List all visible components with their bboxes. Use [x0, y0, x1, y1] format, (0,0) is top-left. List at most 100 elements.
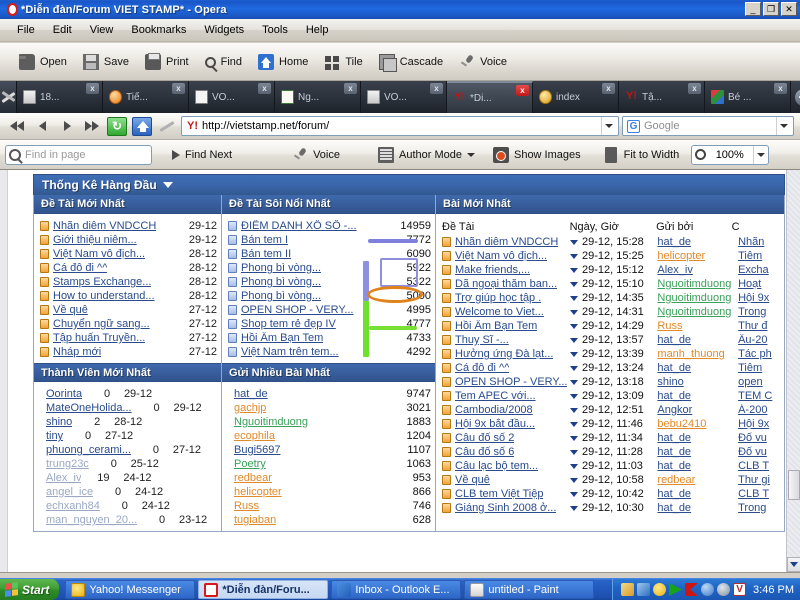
post-author-link[interactable]: helicopter: [657, 250, 705, 262]
table-row[interactable]: Hội 9x bắt đầu... 29-12, 11:46 bebu2410 Hội…: [440, 417, 782, 431]
tab-6[interactable]: index x: [533, 81, 619, 113]
back-button[interactable]: [31, 116, 53, 137]
member-link[interactable]: MateOneHolida...: [46, 402, 132, 414]
taskbar-item-yahoo-messenger[interactable]: Yahoo! Messenger: [65, 580, 196, 599]
topic-link[interactable]: Shop tem rẻ đẹp IV: [241, 318, 336, 330]
post-title-link[interactable]: OPEN SHOP - VERY...: [455, 376, 567, 388]
post-forum-link[interactable]: Tác ph: [738, 348, 772, 360]
table-row[interactable]: Câu lạc bộ tem... 29-12, 11:03 hat_de CLB T: [440, 459, 782, 473]
post-title-link[interactable]: Dã ngoại thăm ban...: [455, 278, 557, 290]
window-title-bar[interactable]: *Diễn đàn/Forum VIET STAMP* - Opera _ ❐ …: [0, 0, 800, 19]
list-item[interactable]: Tập huấn Truyền... 27-12: [40, 331, 217, 345]
post-forum-link[interactable]: Hội 9x: [738, 292, 769, 304]
post-author-link[interactable]: Nguoitimduong: [657, 306, 731, 318]
member-link[interactable]: Russ: [234, 500, 259, 512]
author-mode-button[interactable]: Author Mode: [370, 144, 483, 166]
tab-1-close-icon[interactable]: x: [172, 83, 185, 94]
list-item[interactable]: Hồi Âm Bạn Tem 4733: [228, 331, 431, 345]
post-title-link[interactable]: Thuỵ Sĩ -...: [455, 334, 509, 346]
member-link[interactable]: shino: [46, 416, 72, 428]
topic-link[interactable]: Bán tem II: [241, 248, 291, 260]
tab-1[interactable]: Tiế... x: [103, 81, 189, 113]
list-item[interactable]: Nhãn diêm VNDCCH 29-12: [40, 219, 217, 233]
taskbar-item-outlook[interactable]: Inbox - Outlook E...: [331, 580, 462, 599]
tab-8[interactable]: Bé ... x: [705, 81, 791, 113]
member-link[interactable]: echxanh84: [46, 500, 100, 512]
member-link[interactable]: tiny: [46, 430, 63, 442]
member-link[interactable]: man_nguyen_20...: [46, 514, 137, 526]
jump-to-post-icon[interactable]: [569, 463, 578, 469]
post-author-link[interactable]: manh_thuong: [657, 348, 724, 360]
topic-link[interactable]: Nhãn diêm VNDCCH: [53, 220, 156, 232]
jump-to-post-icon[interactable]: [569, 477, 578, 483]
list-item[interactable]: Bugi5697 1107: [234, 443, 431, 457]
list-item[interactable]: Stamps Exchange... 28-12: [40, 275, 217, 289]
search-input[interactable]: G Google: [622, 116, 794, 136]
table-row[interactable]: Cambodia/2008 29-12, 12:51 Angkor Á-200: [440, 403, 782, 417]
post-author-link[interactable]: hat_de: [657, 362, 691, 374]
tab-0-close-icon[interactable]: x: [86, 83, 99, 94]
table-row[interactable]: Make friends,... 29-12, 15:12 Alex_iv Excha: [440, 263, 782, 277]
list-item[interactable]: man_nguyen_20... 0 23-12: [46, 513, 217, 527]
list-item[interactable]: tiny 0 27-12: [46, 429, 217, 443]
post-title-link[interactable]: Hồi Âm Bạn Tem: [455, 320, 537, 332]
post-author-link[interactable]: Nguoitimduong: [657, 278, 731, 290]
list-item[interactable]: Cá đô đi ^^ 28-12: [40, 261, 217, 275]
topic-link[interactable]: ĐIỂM DANH XỔ SỐ -...: [241, 220, 357, 232]
topic-link[interactable]: Nháp mới: [53, 346, 101, 358]
post-title-link[interactable]: CLB tem Việt Tiệp: [455, 488, 543, 500]
v-icon[interactable]: V: [733, 583, 747, 596]
topic-link[interactable]: Việt Nam trên tem...: [241, 346, 339, 358]
home-button[interactable]: Home: [251, 51, 315, 73]
topic-link[interactable]: Việt Nam vô địch...: [53, 248, 145, 260]
url-input[interactable]: Y! http://vietstamp.net/forum/: [181, 116, 619, 136]
save-button[interactable]: Save: [76, 51, 136, 73]
post-title-link[interactable]: Việt Nam vô địch...: [455, 250, 547, 262]
table-row[interactable]: Hồi Âm Bạn Tem 29-12, 14:29 Russ Thư đ: [440, 319, 782, 333]
post-title-link[interactable]: Câu lạc bộ tem...: [455, 460, 538, 472]
topic-link[interactable]: Phong bì vòng...: [241, 290, 321, 302]
list-item[interactable]: gachjp 3021: [234, 401, 431, 415]
cascade-button[interactable]: Cascade: [372, 51, 450, 73]
post-author-link[interactable]: hat_de: [657, 502, 691, 514]
member-link[interactable]: Alex_iv: [46, 472, 81, 484]
jump-to-post-icon[interactable]: [569, 407, 578, 413]
forward-button[interactable]: [56, 116, 78, 137]
globe-icon[interactable]: [701, 583, 715, 596]
member-link[interactable]: Oorinta: [46, 388, 82, 400]
list-item[interactable]: MateOneHolida... 0 29-12: [46, 401, 217, 415]
menu-widgets[interactable]: Widgets: [195, 22, 253, 38]
post-forum-link[interactable]: Thư đ: [738, 320, 767, 332]
post-forum-link[interactable]: Hội 9x: [738, 418, 769, 430]
table-row[interactable]: Câu đố số 2 29-12, 11:34 hat_de Đố vu: [440, 431, 782, 445]
fit-to-width-button[interactable]: Fit to Width: [595, 144, 688, 166]
maximize-button[interactable]: ❐: [763, 2, 779, 16]
network-icon[interactable]: [637, 583, 651, 596]
edit-page-button[interactable]: [156, 116, 178, 137]
minimize-button[interactable]: _: [745, 2, 761, 16]
post-forum-link[interactable]: Âu-20: [738, 334, 767, 346]
list-item[interactable]: Alex_iv 19 24-12: [46, 471, 217, 485]
list-item[interactable]: OPEN SHOP - VERY... 4995: [228, 303, 431, 317]
post-forum-link[interactable]: open: [738, 376, 762, 388]
post-forum-link[interactable]: Trong: [738, 306, 766, 318]
post-title-link[interactable]: Make friends,...: [455, 264, 530, 276]
jump-to-post-icon[interactable]: [569, 435, 578, 441]
jump-to-post-icon[interactable]: [569, 351, 578, 357]
tab-6-close-icon[interactable]: x: [602, 83, 615, 94]
print-button[interactable]: Print: [138, 51, 196, 73]
fast-forward-button[interactable]: [81, 116, 103, 137]
post-forum-link[interactable]: Á-200: [738, 404, 767, 416]
table-row[interactable]: Hưởng ứng Đà lạt... 29-12, 13:39 manh_thuo…: [440, 347, 782, 361]
table-row[interactable]: Welcome to Viet... 29-12, 14:31 Nguoitimdu…: [440, 305, 782, 319]
topic-link[interactable]: Giới thiệu niêm...: [53, 234, 137, 246]
jump-to-post-icon[interactable]: [569, 337, 578, 343]
jump-to-post-icon[interactable]: [569, 239, 578, 245]
menu-file[interactable]: File: [8, 22, 44, 38]
post-forum-link[interactable]: CLB T: [738, 460, 769, 472]
list-item[interactable]: hat_de 9747: [234, 387, 431, 401]
table-row[interactable]: Nhãn diêm VNDCCH 29-12, 15:28 hat_de Nhãn: [440, 235, 782, 249]
disc-icon[interactable]: [717, 583, 731, 596]
member-link[interactable]: phuong_cerami...: [46, 444, 131, 456]
table-row[interactable]: Tem APEC với... 29-12, 13:09 hat_de TEM C: [440, 389, 782, 403]
